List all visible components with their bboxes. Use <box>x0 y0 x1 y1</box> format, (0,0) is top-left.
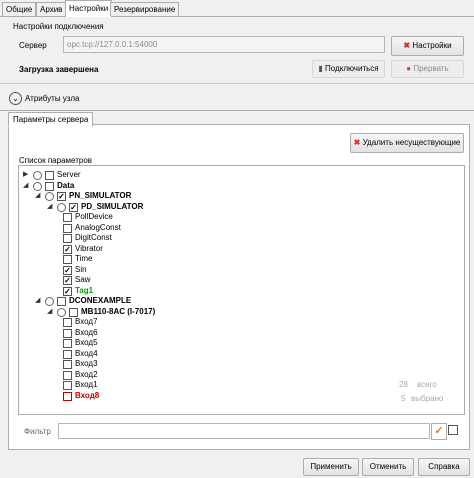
tree-item-label: MB110-8AC (I-7017) <box>81 306 156 316</box>
tab-bar: Общие Архив Настройки Резервирование <box>0 0 474 17</box>
tree-item-label: Вход4 <box>75 348 98 358</box>
tree-item-label: DigitConst <box>75 233 112 242</box>
item-checkbox[interactable] <box>63 223 72 233</box>
item-checkbox[interactable]: ✓ <box>63 286 72 296</box>
selected-label: выбрано <box>411 394 444 403</box>
radio-button[interactable] <box>57 307 66 317</box>
delete-missing-button-label: Удалить несуществующие <box>362 138 461 147</box>
tree-item-label: Вход7 <box>75 317 98 326</box>
connect-button[interactable]: ▮ Подключиться <box>312 60 385 78</box>
item-checkbox[interactable]: ✓ <box>63 276 72 285</box>
server-address-field[interactable]: opc.tcp://127.0.0.1:54000 <box>63 36 385 53</box>
tools-icon: ✖ <box>403 41 411 50</box>
tree-item-label: Vibrator <box>75 243 103 253</box>
divider <box>0 110 474 111</box>
tree-item-label: Вход1 <box>75 380 98 389</box>
tree-item-label: AnalogConst <box>75 222 121 232</box>
selected-count: 5 <box>401 394 406 403</box>
item-checkbox[interactable] <box>63 370 72 380</box>
item-checkbox[interactable] <box>57 297 66 306</box>
node-attributes-label[interactable]: Атрибуты узла <box>25 94 79 103</box>
tree-item-label: DCONEXAMPLE <box>69 296 132 305</box>
item-checkbox[interactable] <box>63 328 72 338</box>
connect-button-label: Подключиться <box>325 64 379 73</box>
settings-button[interactable]: ✖ Настройки <box>391 36 464 56</box>
tab-settings[interactable]: Настройки <box>65 0 113 17</box>
radio-button[interactable] <box>33 181 42 191</box>
parameter-tree[interactable]: ▶ Server ◢ Data ◢ ✓ PN_SIMULATOR ◢ ✓ PD_SIMULATOR… <box>18 165 465 415</box>
chevron-down-icon[interactable]: ◢ <box>47 307 52 317</box>
plug-icon: ▮ <box>318 64 323 73</box>
item-checkbox[interactable] <box>45 181 54 191</box>
filter-checkbox[interactable] <box>448 425 458 435</box>
item-checkbox[interactable]: ✓ <box>69 202 78 212</box>
abort-button-label: Прервать <box>413 64 449 73</box>
radio-button[interactable] <box>45 192 54 201</box>
help-button[interactable]: Справка <box>418 458 470 476</box>
stop-icon: ● <box>406 64 412 73</box>
item-checkbox[interactable]: ✓ <box>63 265 72 275</box>
apply-button[interactable]: Применить <box>303 458 359 476</box>
item-checkbox[interactable] <box>63 255 72 264</box>
tree-item-label: Data <box>57 180 75 190</box>
radio-button[interactable] <box>57 202 66 212</box>
chevron-down-circle-icon[interactable]: ⌄ <box>9 92 22 105</box>
divider <box>0 83 474 84</box>
tab-server-params[interactable]: Параметры сервера <box>8 112 94 127</box>
tree-item-label: Sin <box>75 264 87 274</box>
filter-input[interactable] <box>58 423 430 439</box>
server-label: Сервер <box>19 41 47 50</box>
item-checkbox[interactable] <box>63 318 72 327</box>
chevron-right-icon[interactable]: ▶ <box>23 170 28 180</box>
parameter-list-title: Список параметров <box>19 156 93 165</box>
total-count: 28 <box>399 380 408 389</box>
tree-item-label: Tag1 <box>75 285 94 295</box>
tree-item-label: PollDevice <box>75 212 113 221</box>
item-checkbox[interactable] <box>63 360 72 369</box>
item-checkbox[interactable] <box>63 391 72 401</box>
delete-missing-button[interactable]: ✖ Удалить несуществующие <box>350 133 464 153</box>
connection-status: Загрузка завершена <box>19 65 99 74</box>
item-checkbox[interactable] <box>63 339 72 348</box>
tab-archive[interactable]: Архив <box>36 2 67 16</box>
item-checkbox[interactable] <box>45 171 54 180</box>
tree-item-label: Saw <box>75 275 91 284</box>
item-checkbox[interactable]: ✓ <box>57 192 66 201</box>
item-checkbox[interactable] <box>63 381 72 390</box>
tab-redundancy[interactable]: Резервирование <box>110 2 180 16</box>
radio-button[interactable] <box>45 297 54 306</box>
abort-button[interactable]: ● Прервать <box>391 60 464 78</box>
item-checkbox[interactable] <box>69 307 78 317</box>
tree-item-label: Вход8 <box>75 390 100 400</box>
chevron-down-icon[interactable]: ◢ <box>35 191 40 201</box>
tree-item-label: Вход5 <box>75 338 98 347</box>
item-checkbox[interactable] <box>63 349 72 359</box>
tree-item-label: Вход2 <box>75 369 98 379</box>
tree-item-label: PN_SIMULATOR <box>69 191 132 200</box>
chevron-down-icon[interactable]: ◢ <box>23 181 28 191</box>
red-x-icon: ✖ <box>353 138 361 147</box>
tree-item-label: Time <box>75 254 93 263</box>
item-checkbox[interactable] <box>63 234 72 243</box>
filter-label: Фильтр <box>24 427 51 436</box>
tree-item-label: Вход3 <box>75 359 98 368</box>
settings-button-label: Настройки <box>412 41 452 50</box>
chevron-down-icon[interactable]: ◢ <box>47 202 52 212</box>
item-checkbox[interactable] <box>63 213 72 222</box>
tree-item-label: Вход6 <box>75 327 98 337</box>
item-checkbox[interactable]: ✓ <box>63 244 72 254</box>
total-label: всего <box>417 380 437 389</box>
radio-button[interactable] <box>33 171 42 180</box>
tree-item-label: Server <box>57 170 81 179</box>
connection-section-title: Настройки подключения <box>13 22 104 31</box>
tree-item-label: PD_SIMULATOR <box>81 201 144 211</box>
tab-general[interactable]: Общие <box>2 2 37 16</box>
cancel-button[interactable]: Отменить <box>362 458 414 476</box>
chevron-down-icon[interactable]: ◢ <box>35 296 40 306</box>
checkmark-icon[interactable]: ✓ <box>431 423 447 440</box>
